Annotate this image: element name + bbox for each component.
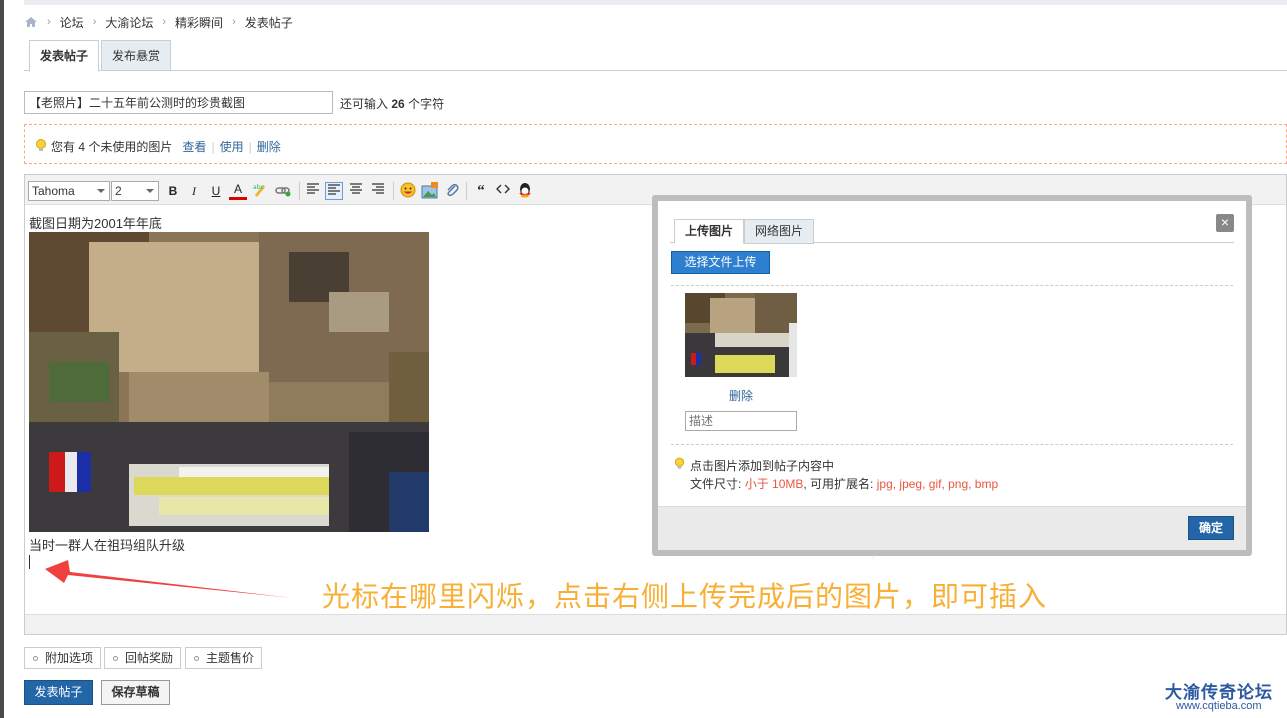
bullet-icon xyxy=(33,656,38,661)
divider xyxy=(671,285,1233,286)
bullet-icon xyxy=(194,656,199,661)
topic-price-button[interactable]: 主题售价 xyxy=(185,647,263,669)
tip-click-to-insert: 点击图片添加到帖子内容中 xyxy=(690,459,835,473)
lightbulb-icon xyxy=(674,457,685,471)
dialog-tabs: 上传图片 网络图片 xyxy=(670,215,1234,244)
extra-options-label: 附加选项 xyxy=(45,651,94,665)
choose-file-button[interactable]: 选择文件上传 xyxy=(671,251,770,274)
tab-web-image[interactable]: 网络图片 xyxy=(744,219,815,244)
topic-price-label: 主题售价 xyxy=(206,651,255,665)
reply-reward-label: 回帖奖励 xyxy=(125,651,174,665)
page: › 论坛 › 大渝论坛 › 精彩瞬间 › 发表帖子 发表帖子 发布悬赏 还可输入… xyxy=(0,0,1287,718)
extra-options-button[interactable]: 附加选项 xyxy=(24,647,102,669)
submit-post-button[interactable]: 发表帖子 xyxy=(24,680,93,705)
confirm-button[interactable]: 确定 xyxy=(1188,516,1234,540)
site-watermark-url: www.cqtieba.com xyxy=(1176,700,1262,712)
description-input[interactable] xyxy=(685,411,797,431)
file-size-label: 文件尺寸: xyxy=(690,477,742,491)
dialog-footer: 确定 xyxy=(658,506,1246,550)
reply-reward-button[interactable]: 回帖奖励 xyxy=(104,647,182,669)
tip-file-limits: 文件尺寸: 小于 10MB, 可用扩展名: jpg, jpeg, gif, pn… xyxy=(690,475,998,492)
arrow-to-caret xyxy=(45,560,293,598)
allowed-extensions: jpg, jpeg, gif, png, bmp xyxy=(876,477,999,491)
file-size-limit: 小于 10MB xyxy=(744,477,804,491)
image-upload-dialog: 上传图片 网络图片 × 选择文件上传 删除 点击图片添 xyxy=(652,195,1252,556)
save-draft-button[interactable]: 保存草稿 xyxy=(101,680,170,705)
divider xyxy=(671,444,1233,445)
extensions-label: , 可用扩展名: xyxy=(803,477,874,491)
bullet-icon xyxy=(113,656,118,661)
uploaded-image-thumbnail[interactable] xyxy=(685,293,797,377)
close-icon[interactable]: × xyxy=(1216,214,1234,232)
tab-upload-image[interactable]: 上传图片 xyxy=(674,219,745,244)
delete-image-link[interactable]: 删除 xyxy=(729,387,753,404)
